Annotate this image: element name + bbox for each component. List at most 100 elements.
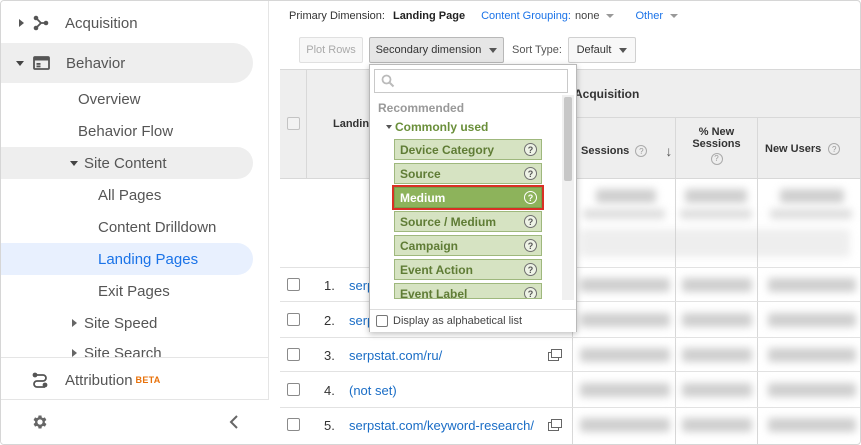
chevron-down-icon	[16, 60, 24, 66]
row-page-link[interactable]: serpstat.com/keyword-research/	[349, 418, 534, 433]
sidebar-item-all-pages[interactable]: All Pages	[1, 185, 269, 205]
dimension-search-input[interactable]	[374, 69, 568, 93]
col-divider	[757, 117, 758, 444]
row-divider	[572, 117, 860, 118]
help-icon[interactable]: ?	[828, 143, 841, 155]
app-frame: Acquisition Behavior Overview Behavior F…	[0, 0, 861, 445]
dimension-option-source[interactable]: Source ?	[394, 163, 542, 184]
attribution-icon	[31, 371, 49, 389]
sidebar-item-exit-pages[interactable]: Exit Pages	[1, 281, 269, 301]
dropdown-scrollbar-thumb[interactable]	[564, 97, 572, 181]
option-label: Device Category	[400, 142, 495, 157]
blurred-value	[580, 313, 670, 327]
option-label: Event Action	[400, 262, 473, 277]
commonly-used-group[interactable]: Commonly used	[386, 120, 488, 134]
blurred-value	[685, 189, 747, 203]
dimension-option-device-category[interactable]: Device Category ?	[394, 139, 542, 160]
row-checkbox[interactable]	[287, 383, 300, 396]
row-number: 3.	[324, 348, 335, 363]
sidebar-item-label: Acquisition	[65, 14, 138, 32]
new-users-label: New Users	[765, 143, 822, 155]
sidebar-item-label: All Pages	[98, 186, 162, 204]
row-page-link[interactable]: (not set)	[349, 383, 397, 398]
help-icon[interactable]: ?	[524, 239, 537, 252]
primary-dimension-value[interactable]: Landing Page	[393, 10, 465, 22]
primary-dimension-label: Primary Dimension:	[289, 10, 385, 22]
caret-down-icon	[619, 47, 628, 53]
external-link-icon[interactable]	[548, 419, 562, 431]
sidebar-item-attribution[interactable]: Attribution BETA	[1, 369, 269, 391]
search-icon	[381, 74, 395, 88]
dimension-bar: Primary Dimension: Landing Page Content …	[289, 10, 678, 22]
sort-type-label: Sort Type:	[512, 44, 562, 56]
help-icon[interactable]: ?	[710, 153, 723, 165]
col-divider	[306, 69, 307, 179]
sidebar-item-landing-pages[interactable]: Landing Pages	[1, 249, 269, 269]
blurred-value	[768, 278, 856, 292]
chevron-down-icon	[70, 160, 78, 166]
row-checkbox[interactable]	[287, 348, 300, 361]
chevron-right-icon	[72, 349, 77, 357]
chevron-right-icon	[19, 19, 24, 27]
help-icon[interactable]: ?	[524, 287, 537, 298]
sidebar-item-site-search[interactable]: Site Search	[1, 345, 269, 357]
caret-down-icon	[489, 47, 498, 53]
chevron-left-icon[interactable]	[229, 414, 239, 430]
recommended-section-label: Recommended	[378, 101, 465, 115]
dimension-option-campaign[interactable]: Campaign ?	[394, 235, 542, 256]
dimension-option-event-action[interactable]: Event Action ?	[394, 259, 542, 280]
gear-icon[interactable]	[31, 413, 49, 431]
row-divider	[280, 371, 860, 372]
sidebar-item-label: Attribution	[65, 371, 133, 389]
sessions-label: Sessions	[581, 145, 630, 157]
help-icon[interactable]: ?	[524, 143, 537, 156]
blurred-value	[596, 189, 656, 203]
help-icon[interactable]: ?	[524, 215, 537, 228]
sidebar-item-site-content[interactable]: Site Content	[1, 153, 269, 173]
help-icon[interactable]: ?	[635, 145, 648, 157]
sidebar-divider	[1, 357, 269, 358]
blurred-value	[682, 313, 752, 327]
alphabetical-checkbox[interactable]	[376, 315, 388, 327]
sidebar-item-acquisition[interactable]: Acquisition	[1, 11, 269, 35]
help-icon[interactable]: ?	[524, 191, 537, 204]
new-sessions-column-header[interactable]: % New Sessions ?	[676, 126, 757, 165]
sort-desc-icon[interactable]: ↓	[665, 143, 672, 159]
row-checkbox[interactable]	[287, 418, 300, 431]
blurred-value	[682, 278, 752, 292]
sort-type-select[interactable]: Default	[568, 37, 636, 63]
acquisition-group-header: Acquisition	[574, 87, 640, 101]
sessions-column-header[interactable]: Sessions ? ↓	[581, 143, 672, 159]
blurred-value	[780, 189, 844, 203]
alphabetical-list-toggle[interactable]: Display as alphabetical list	[370, 309, 576, 332]
row-page-link[interactable]: serpstat.com/ru/	[349, 348, 442, 363]
secondary-dimension-button[interactable]: Secondary dimension	[369, 37, 504, 63]
help-icon[interactable]: ?	[524, 263, 537, 276]
sidebar-item-behavior-flow[interactable]: Behavior Flow	[1, 121, 269, 141]
content-grouping-value[interactable]: none	[575, 10, 599, 22]
dimension-option-medium[interactable]: Medium ?	[392, 185, 544, 210]
sidebar-item-behavior[interactable]: Behavior	[1, 51, 269, 75]
dimension-option-event-label[interactable]: Event Label ?	[394, 283, 542, 299]
plot-rows-button[interactable]: Plot Rows	[299, 37, 363, 63]
other-dimension-link[interactable]: Other	[635, 10, 663, 22]
content-grouping-label[interactable]: Content Grouping:	[481, 10, 571, 22]
external-link-icon[interactable]	[548, 349, 562, 361]
row-checkbox[interactable]	[287, 278, 300, 291]
blurred-value	[770, 209, 852, 219]
sidebar-item-site-speed[interactable]: Site Speed	[1, 313, 269, 333]
help-icon[interactable]: ?	[524, 167, 537, 180]
caret-down-icon	[606, 14, 615, 18]
select-all-checkbox[interactable]	[287, 117, 300, 130]
row-checkbox[interactable]	[287, 313, 300, 326]
blurred-value	[768, 383, 856, 397]
sort-type-value: Default	[576, 44, 612, 56]
dimension-option-source-medium[interactable]: Source / Medium ?	[394, 211, 542, 232]
sidebar-item-overview[interactable]: Overview	[1, 89, 269, 109]
row-divider	[280, 337, 860, 338]
new-users-column-header[interactable]: New Users ?	[765, 143, 841, 155]
blurred-value	[768, 418, 856, 432]
sidebar-item-content-drilldown[interactable]: Content Drilldown	[1, 217, 269, 237]
secondary-dimension-dropdown: Recommended Commonly used Device Categor…	[369, 64, 577, 332]
chevron-right-icon	[72, 319, 77, 327]
